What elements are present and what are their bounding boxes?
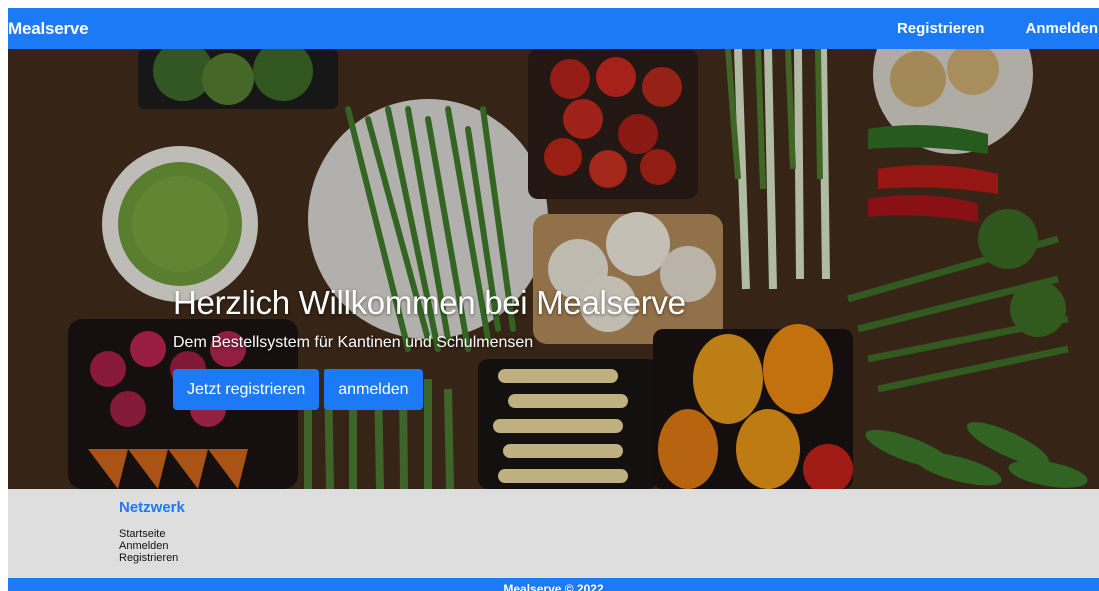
login-button[interactable]: anmelden: [324, 369, 423, 410]
nav-links: Registrieren Anmelden: [856, 20, 1099, 37]
hero-section: Herzlich Willkommen bei Mealserve Dem Be…: [8, 49, 1099, 489]
footer-link-register[interactable]: Registrieren: [119, 552, 178, 564]
hero-subtitle: Dem Bestellsystem für Kantinen und Schul…: [173, 334, 534, 351]
navbar: Mealserve Registrieren Anmelden: [8, 8, 1099, 49]
footer-list-item: Registrieren: [119, 552, 178, 564]
hero-content: Herzlich Willkommen bei Mealserve Dem Be…: [173, 281, 873, 410]
hero-buttons: Jetzt registrieren anmelden: [173, 369, 873, 410]
page: Mealserve Registrieren Anmelden Herzlich…: [8, 8, 1099, 591]
footer-list-item: Anmelden: [119, 540, 178, 552]
footer-link-list: Startseite Anmelden Registrieren: [119, 528, 178, 564]
footer-links-section: Netzwerk Startseite Anmelden Registriere…: [8, 489, 1099, 578]
nav-login-link[interactable]: Anmelden: [1025, 20, 1098, 37]
copyright-bar: Mealserve © 2022: [8, 578, 1099, 591]
copyright-text: Mealserve © 2022: [503, 582, 604, 591]
footer-list-item: Startseite: [119, 528, 178, 540]
footer-link-home[interactable]: Startseite: [119, 528, 165, 540]
brand-logo-link[interactable]: Mealserve: [8, 19, 89, 39]
hero-overlay: [8, 49, 1099, 489]
register-now-button[interactable]: Jetzt registrieren: [173, 369, 320, 410]
footer-heading: Netzwerk: [119, 499, 185, 516]
hero-title: Herzlich Willkommen bei Mealserve: [173, 284, 686, 321]
nav-register-link[interactable]: Registrieren: [897, 20, 985, 37]
footer-link-login[interactable]: Anmelden: [119, 540, 169, 552]
